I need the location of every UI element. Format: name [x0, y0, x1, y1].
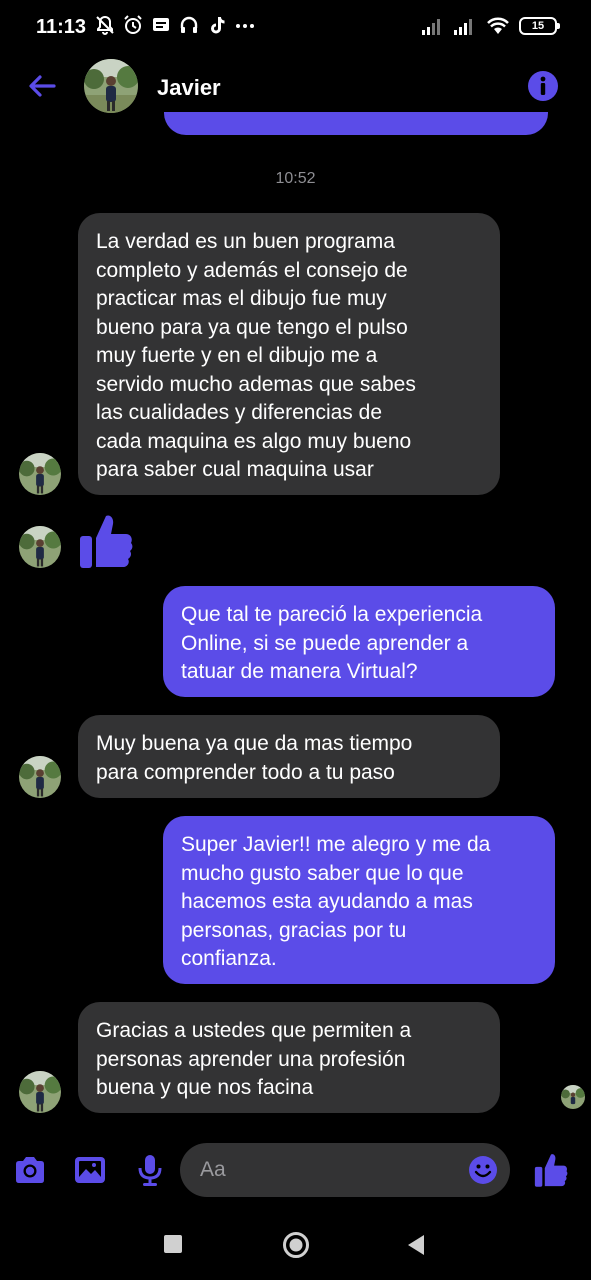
signal-icon	[422, 19, 440, 35]
message-timestamp: 10:52	[275, 170, 316, 187]
message-line: hacemos esta ayudando a mas	[181, 890, 473, 913]
alarm-icon	[124, 15, 142, 34]
message-line: personas, gracias por tu	[181, 918, 407, 942]
signal-icon	[454, 19, 472, 35]
outgoing-message-bubble[interactable]: Que tal te pareció la experiencia Online…	[163, 586, 555, 697]
incoming-message-bubble[interactable]: Muy buena ya que da mas tiempo para comp…	[78, 715, 500, 798]
sender-avatar[interactable]	[19, 756, 61, 798]
messenger-chat-screen: 11:13 15 Javier 10:52 La verdad es un bu…	[0, 0, 591, 1280]
battery-percent: 15	[531, 20, 545, 32]
message-line: Que tal te pareció la experiencia	[181, 603, 483, 626]
message-line: bueno para ya que tengo el pulso	[96, 315, 408, 339]
message-line: Super Javier!! me alegro y me da	[181, 833, 491, 856]
headphones-icon	[180, 16, 198, 33]
wifi-icon	[487, 17, 509, 34]
tiktok-icon	[211, 17, 225, 34]
thumbs-up-icon[interactable]	[78, 512, 134, 570]
sender-avatar[interactable]	[19, 526, 61, 568]
message-line: confianza.	[181, 947, 277, 970]
message-composer: Aa	[0, 1140, 591, 1202]
message-line: para comprender todo a tu paso	[96, 760, 395, 784]
sender-avatar[interactable]	[19, 453, 61, 495]
battery-fill	[522, 20, 527, 32]
status-bar: 11:13 15	[0, 0, 591, 54]
message-line: buena y que nos facina	[96, 1076, 314, 1099]
more-dots-icon	[236, 24, 254, 28]
incoming-message-bubble[interactable]: La verdad es un buen programa completo y…	[78, 213, 500, 495]
recents-button[interactable]	[164, 1235, 182, 1253]
message-line: tatuar de manera Virtual?	[181, 660, 418, 683]
contact-avatar[interactable]	[84, 59, 138, 113]
home-button[interactable]	[282, 1231, 310, 1259]
previous-message-bubble-edge	[164, 112, 548, 135]
message-line: mucho gusto saber que lo que	[181, 861, 464, 885]
message-line: Online, si se puede aprender a	[181, 631, 469, 655]
status-system-icons: 15	[421, 16, 560, 36]
message-line: personas aprender una profesión	[96, 1047, 406, 1071]
contact-name[interactable]: Javier	[157, 75, 221, 101]
battery-indicator: 15	[519, 17, 560, 35]
message-line: La verdad es un buen programa	[96, 230, 395, 253]
message-input-placeholder: Aa	[200, 1158, 226, 1181]
sender-avatar[interactable]	[19, 1071, 61, 1113]
back-nav-button[interactable]	[406, 1234, 426, 1256]
muted-bell-icon	[96, 15, 114, 35]
incoming-message-bubble[interactable]: Gracias a ustedes que permiten a persona…	[78, 1002, 500, 1113]
conversation-header: Javier	[0, 54, 591, 120]
smiley-icon[interactable]	[468, 1155, 498, 1185]
info-icon[interactable]	[527, 70, 559, 102]
message-line: practicar mas el dibujo fue muy	[96, 287, 387, 310]
message-line: Gracias a ustedes que permiten a	[96, 1019, 412, 1042]
status-notification-icons	[94, 14, 256, 36]
message-line: las cualidades y diferencias de	[96, 401, 383, 424]
camera-icon[interactable]	[12, 1152, 48, 1188]
thumbs-up-icon[interactable]	[533, 1152, 569, 1188]
message-line: Muy buena ya que da mas tiempo	[96, 732, 413, 755]
read-receipt-avatar	[561, 1085, 585, 1109]
back-arrow-icon[interactable]	[24, 68, 60, 104]
system-navigation-bar	[0, 1210, 591, 1280]
message-line: cada maquina es algo muy bueno	[96, 429, 412, 453]
microphone-icon[interactable]	[132, 1152, 168, 1188]
message-line: servido mucho ademas que sabes	[96, 372, 416, 396]
message-line: completo y además el consejo de	[96, 258, 408, 282]
message-line: muy fuerte y en el dibujo me a	[96, 344, 378, 367]
message-line: para saber cual maquina usar	[96, 458, 374, 481]
outgoing-message-bubble[interactable]: Super Javier!! me alegro y me da mucho g…	[163, 816, 555, 984]
message-icon	[153, 18, 169, 31]
message-input[interactable]: Aa	[180, 1143, 510, 1197]
image-icon[interactable]	[72, 1152, 108, 1188]
status-time: 11:13	[36, 16, 87, 38]
